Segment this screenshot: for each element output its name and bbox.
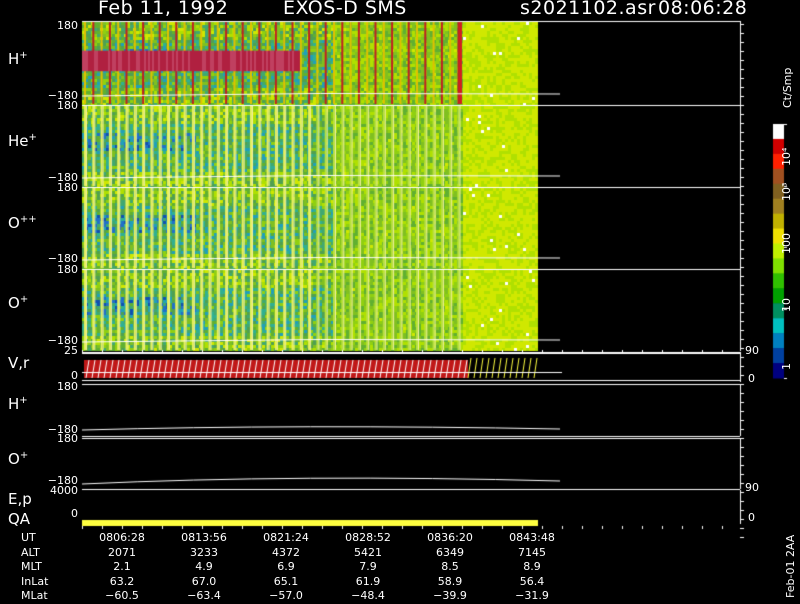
table-row: InLat 63.2 67.0 65.1 61.9 58.9 56.4	[21, 575, 573, 590]
table-cell: −31.9	[515, 589, 549, 602]
orbit-table: UT 0806:28 0813:56 0821:24 0828:52 0836:20 084…	[21, 531, 573, 604]
table-cell: 4372	[272, 545, 300, 559]
ep-label: E,p	[8, 490, 32, 508]
o-line-top-tick: 180	[57, 432, 78, 445]
table-cell: 8.5	[441, 560, 459, 573]
table-cell: 0806:28	[99, 531, 145, 544]
table-cell: 5421	[354, 545, 382, 559]
table-cell: 7.9	[359, 560, 377, 573]
table-row-name: UT	[21, 531, 36, 544]
table-row: UT 0806:28 0813:56 0821:24 0828:52 0836:20 084…	[21, 531, 573, 546]
table-cell: −39.9	[433, 589, 467, 602]
footer-vertical-label: Feb-01 2AA	[784, 534, 797, 598]
table-cell: −63.4	[187, 589, 221, 602]
vr-right-top-tick: 90	[745, 344, 759, 357]
h-line-label: H+	[8, 395, 28, 413]
header-mission: EXOS-D SMS	[283, 0, 407, 19]
header-time: 08:06:28	[658, 0, 748, 19]
h-line-top-tick: 180	[57, 380, 78, 393]
table-cell: −57.0	[269, 589, 303, 602]
table-cell: 0821:24	[263, 531, 309, 544]
table-row-name: MLat	[21, 589, 48, 602]
table-cell: 2071	[108, 545, 136, 559]
colorbar-unit: Ct/Smp	[781, 67, 794, 108]
header-date: Feb 11, 1992	[98, 0, 229, 19]
table-row-name: ALT	[21, 545, 40, 559]
table-cell: 0828:52	[345, 531, 391, 544]
table-cell: 3233	[190, 545, 218, 559]
table-cell: 63.2	[109, 574, 135, 588]
o-line-label: O+	[8, 450, 29, 468]
table-cell: 0843:48	[509, 531, 555, 544]
panel-he-top-tick: 180	[57, 99, 78, 112]
header-file: s2021102.asr	[520, 0, 656, 19]
panel-opp-label: O++	[8, 214, 37, 232]
colorbar-label-1k: 10³	[780, 182, 793, 201]
qa-label: QA	[8, 510, 31, 528]
table-row-name: MLT	[21, 560, 42, 573]
vr-top-tick: 25	[64, 344, 78, 357]
colorbar-label-10k: 10⁴	[780, 147, 793, 166]
ep-right-bottom-tick: 0	[748, 511, 755, 524]
table-row: MLat −60.5 −63.4 −57.0 −48.4 −39.9 −31.9	[21, 589, 573, 604]
ep-bottom-tick: 0	[71, 507, 78, 520]
table-cell: 56.4	[519, 574, 545, 588]
table-cell: 6.9	[277, 560, 295, 573]
table-cell: 58.9	[437, 574, 463, 588]
table-cell: 8.9	[523, 560, 541, 573]
table-cell: −48.4	[351, 589, 385, 602]
table-cell: 6349	[436, 545, 464, 559]
table-row: ALT 2071 3233 4372 5421 6349 7145	[21, 546, 573, 561]
panel-o-label: O+	[8, 294, 29, 312]
panel-h-top-tick: 180	[57, 19, 78, 32]
table-cell: −60.5	[105, 589, 139, 602]
vr-right-bottom-tick: 0	[748, 372, 755, 385]
panel-he-label: He+	[8, 132, 37, 150]
table-cell: 0813:56	[181, 531, 227, 544]
colorbar-label-10: 10	[780, 298, 793, 312]
panel-o-top-tick: 180	[57, 263, 78, 276]
table-cell: 2.1	[113, 560, 131, 573]
spectrogram-canvas	[0, 0, 800, 600]
table-cell: 61.9	[355, 574, 381, 588]
panel-h-label: H+	[8, 50, 28, 68]
table-cell: 7145	[518, 545, 546, 559]
table-cell: 4.9	[195, 560, 213, 573]
table-row-name: InLat	[21, 574, 49, 588]
table-cell: 65.1	[273, 574, 299, 588]
vr-label: V,r	[8, 354, 30, 372]
ep-top-tick: 4000	[50, 484, 78, 497]
colorbar-label-100: 100	[780, 233, 793, 254]
table-cell: 0836:20	[427, 531, 473, 544]
table-cell: 67.0	[191, 574, 217, 588]
panel-opp-top-tick: 180	[57, 181, 78, 194]
colorbar-label-1: 1	[780, 363, 793, 370]
ep-right-top-tick: 90	[745, 481, 759, 494]
table-row: MLT 2.1 4.9 6.9 7.9 8.5 8.9	[21, 560, 573, 575]
